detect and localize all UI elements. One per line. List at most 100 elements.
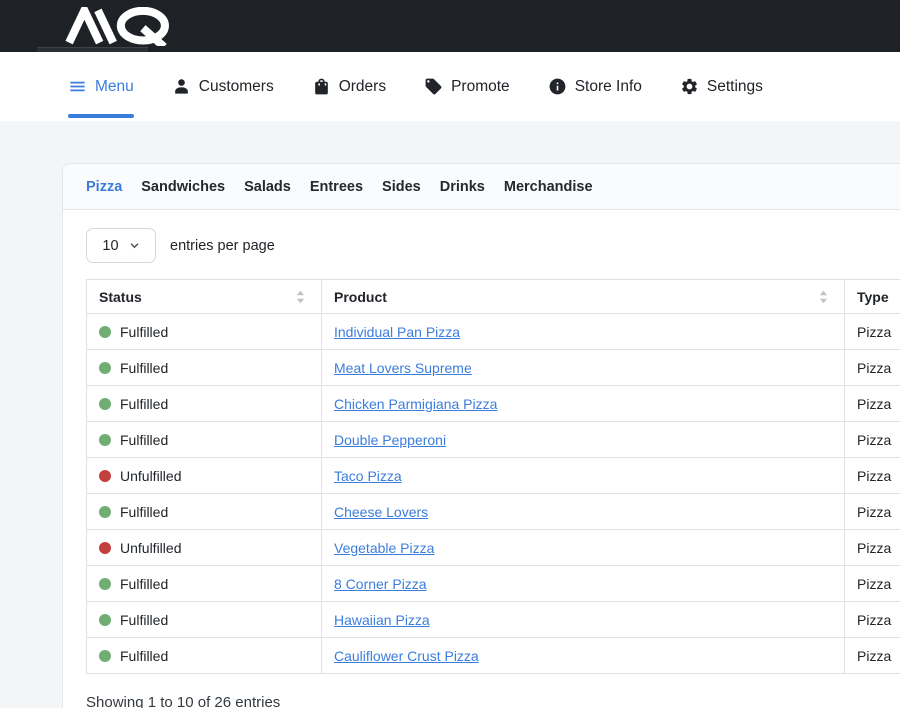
page-size-select[interactable]: 10 (86, 228, 156, 263)
status-dot (99, 326, 111, 338)
product-cell: Cauliflower Crust Pizza (322, 638, 845, 674)
status-cell: Fulfilled (87, 422, 322, 458)
category-tabs: Pizza Sandwiches Salads Entrees Sides Drinks M… (63, 164, 900, 210)
status-label: Fulfilled (120, 504, 168, 520)
status-cell: Fulfilled (87, 602, 322, 638)
tab-salads[interactable]: Salads (244, 179, 291, 195)
tab-sides[interactable]: Sides (382, 179, 421, 195)
status-label: Fulfilled (120, 432, 168, 448)
card-body: 10 entries per page Status Product Type Fu… (63, 210, 900, 708)
table-row: Fulfilled Individual Pan Pizza Pizza (87, 314, 900, 350)
nav-item-customers[interactable]: Customers (172, 52, 274, 121)
sort-icon[interactable] (819, 290, 828, 303)
type-cell: Pizza (845, 566, 900, 602)
product-link[interactable]: Cauliflower Crust Pizza (334, 648, 479, 664)
table-row: Fulfilled Chicken Parmigiana Pizza Pizza (87, 386, 900, 422)
type-cell: Pizza (845, 350, 900, 386)
entries-per-page-label: entries per page (170, 238, 275, 254)
status-label: Unfulfilled (120, 468, 181, 484)
product-cell: Taco Pizza (322, 458, 845, 494)
nav-item-promote[interactable]: Promote (424, 52, 510, 121)
type-cell: Pizza (845, 314, 900, 350)
chevron-down-icon (129, 240, 140, 251)
status-dot (99, 470, 111, 482)
type-cell: Pizza (845, 494, 900, 530)
status-dot (99, 506, 111, 518)
product-link[interactable]: Taco Pizza (334, 468, 402, 484)
entries-summary: Showing 1 to 10 of 26 entries (86, 694, 900, 708)
customers-icon (172, 77, 191, 96)
tab-drinks[interactable]: Drinks (440, 179, 485, 195)
status-cell: Fulfilled (87, 638, 322, 674)
page-size-value: 10 (102, 238, 118, 254)
product-cell: 8 Corner Pizza (322, 566, 845, 602)
column-header-product[interactable]: Product (322, 280, 845, 314)
product-cell: Chicken Parmigiana Pizza (322, 386, 845, 422)
table-row: FulfilledCauliflower Crust PizzaPizza (87, 638, 900, 674)
status-dot (99, 434, 111, 446)
type-cell: Pizza (845, 530, 900, 566)
product-link[interactable]: Chicken Parmigiana Pizza (334, 396, 497, 412)
table-header: Status Product Type (87, 280, 900, 314)
status-cell: Fulfilled (87, 494, 322, 530)
tab-merchandise[interactable]: Merchandise (504, 179, 593, 195)
product-link[interactable]: Meat Lovers Supreme (334, 360, 472, 376)
type-cell: Pizza (845, 422, 900, 458)
type-cell: Pizza (845, 458, 900, 494)
promote-icon (424, 77, 443, 96)
status-label: Fulfilled (120, 612, 168, 628)
orders-icon (312, 77, 331, 96)
sort-icon[interactable] (296, 290, 305, 303)
product-link[interactable]: Vegetable Pizza (334, 540, 434, 556)
nav-item-orders[interactable]: Orders (312, 52, 386, 121)
product-link[interactable]: Cheese Lovers (334, 504, 428, 520)
nav-item-label: Promote (451, 78, 510, 96)
nav-item-settings[interactable]: Settings (680, 52, 763, 121)
menu-icon (68, 77, 87, 96)
products-table: Status Product Type Fulfilled Individual Pa… (86, 279, 900, 674)
nav-item-label: Settings (707, 78, 763, 96)
column-label: Product (334, 289, 387, 305)
settings-icon (680, 77, 699, 96)
status-label: Unfulfilled (120, 540, 181, 556)
status-cell: Fulfilled (87, 386, 322, 422)
status-cell: Fulfilled (87, 566, 322, 602)
product-link[interactable]: Double Pepperoni (334, 432, 446, 448)
product-cell: Cheese Lovers (322, 494, 845, 530)
nav-item-menu[interactable]: Menu (68, 52, 134, 121)
table-row: Fulfilled Meat Lovers Supreme Pizza (87, 350, 900, 386)
table-row: Fulfilled Cheese Lovers Pizza (87, 494, 900, 530)
nav-item-label: Menu (95, 78, 134, 96)
tab-pizza[interactable]: Pizza (86, 179, 122, 195)
table-row: Unfulfilled Taco Pizza Pizza (87, 458, 900, 494)
status-dot (99, 362, 111, 374)
app-window: Menu Customers Orders Promote Store Info Sett… (0, 0, 900, 708)
status-label: Fulfilled (120, 576, 168, 592)
nav-item-label: Store Info (575, 78, 642, 96)
type-cell: Pizza (845, 386, 900, 422)
menu-card: Pizza Sandwiches Salads Entrees Sides Drinks M… (62, 163, 900, 708)
active-nav-indicator (68, 114, 134, 118)
status-dot (99, 542, 111, 554)
page-size-row: 10 entries per page (86, 228, 900, 263)
status-dot (99, 650, 111, 662)
tab-sandwiches[interactable]: Sandwiches (141, 179, 225, 195)
status-label: Fulfilled (120, 324, 168, 340)
product-link[interactable]: Hawaiian Pizza (334, 612, 430, 628)
status-label: Fulfilled (120, 396, 168, 412)
nav-item-store-info[interactable]: Store Info (548, 52, 642, 121)
tab-entrees[interactable]: Entrees (310, 179, 363, 195)
table-row: Fulfilled Hawaiian Pizza Pizza (87, 602, 900, 638)
product-link[interactable]: Individual Pan Pizza (334, 324, 460, 340)
status-cell: Fulfilled (87, 350, 322, 386)
store-info-icon (548, 77, 567, 96)
column-header-status[interactable]: Status (87, 280, 322, 314)
table-row: Fulfilled 8 Corner Pizza Pizza (87, 566, 900, 602)
type-cell: Pizza (845, 602, 900, 638)
status-cell: Unfulfilled (87, 458, 322, 494)
product-link[interactable]: 8 Corner Pizza (334, 576, 427, 592)
column-header-type: Type (845, 280, 900, 314)
product-cell: Vegetable Pizza (322, 530, 845, 566)
status-label: Fulfilled (120, 648, 168, 664)
nav-item-label: Orders (339, 78, 386, 96)
